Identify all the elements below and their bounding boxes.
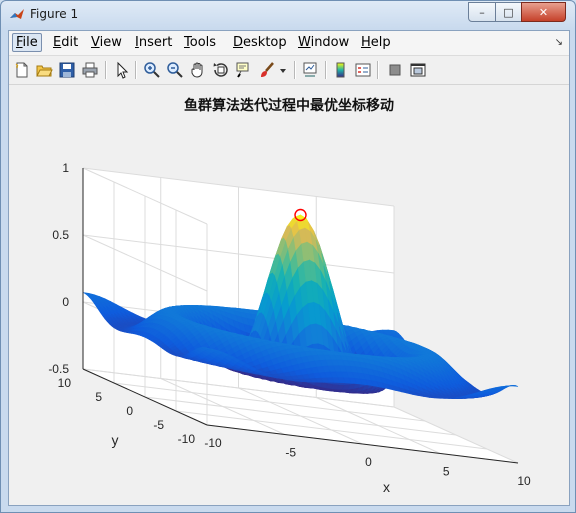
- brush-dropdown-icon[interactable]: [277, 60, 289, 80]
- zoom-out-icon[interactable]: [165, 60, 185, 80]
- window-title: Figure 1: [30, 7, 79, 21]
- surface-patch: [510, 385, 519, 387]
- x-tick-label: -5: [285, 446, 296, 460]
- figure-toolbar: [9, 56, 569, 85]
- toolbar-separator: [135, 61, 137, 79]
- plot-canvas[interactable]: 鱼群算法迭代过程中最优坐标移动 -10 -5 0 5 10 -10 -5 0 5 10 -0.5 0 0…: [9, 85, 569, 505]
- colorbar-icon[interactable]: [331, 60, 351, 80]
- show-plot-tools-icon[interactable]: [408, 60, 428, 80]
- print-icon[interactable]: [80, 60, 100, 80]
- y-tick-label: -5: [153, 418, 164, 432]
- link-plot-icon[interactable]: [300, 60, 320, 80]
- z-tick-label: 0.5: [52, 228, 69, 242]
- legend-icon[interactable]: [353, 60, 373, 80]
- menu-view[interactable]: View: [89, 35, 124, 50]
- z-tick-label: -0.5: [48, 362, 69, 376]
- new-figure-icon[interactable]: [12, 60, 32, 80]
- rotate-3d-icon[interactable]: [211, 60, 231, 80]
- hide-plot-tools-icon[interactable]: [385, 60, 405, 80]
- toolbar-separator: [105, 61, 107, 79]
- y-tick-label: -10: [178, 432, 196, 446]
- save-icon[interactable]: [57, 60, 77, 80]
- z-tick-label: 0: [62, 295, 69, 309]
- x-tick-label: 0: [365, 455, 372, 469]
- figure-client-area: File Edit View Insert Tools Desktop Wind…: [8, 30, 570, 506]
- close-button[interactable]: ✕: [521, 2, 566, 22]
- open-file-icon[interactable]: [34, 60, 54, 80]
- x-tick-label: 10: [517, 474, 531, 488]
- y-tick-label: 10: [58, 376, 72, 390]
- menu-window[interactable]: Window: [296, 35, 351, 50]
- maximize-button[interactable]: □: [495, 2, 522, 22]
- dock-figure-icon[interactable]: ↘: [555, 37, 563, 48]
- menu-insert[interactable]: Insert: [133, 35, 174, 50]
- z-tick-label: 1: [62, 161, 69, 175]
- menu-desktop[interactable]: Desktop: [231, 35, 289, 50]
- title-bar[interactable]: Figure 1 – □ ✕: [1, 1, 575, 30]
- menu-help[interactable]: Help: [359, 35, 393, 50]
- minimize-button[interactable]: –: [468, 2, 496, 22]
- surface-plot-axes[interactable]: -10-50510-10-50510-0.500.51xy: [9, 85, 569, 505]
- toolbar-separator: [377, 61, 379, 79]
- y-tick-label: 5: [95, 390, 102, 404]
- toolbar-separator: [294, 61, 296, 79]
- edit-plot-arrow-icon[interactable]: [112, 60, 132, 80]
- menu-bar: File Edit View Insert Tools Desktop Wind…: [9, 31, 569, 56]
- x-tick-label: -10: [204, 436, 222, 450]
- matlab-logo-icon: [9, 7, 25, 23]
- data-cursor-icon[interactable]: [234, 60, 254, 80]
- pan-hand-icon[interactable]: [188, 60, 208, 80]
- figure-window: Figure 1 – □ ✕ File Edit View Insert Too…: [0, 0, 576, 513]
- brush-icon[interactable]: [257, 60, 277, 80]
- toolbar-separator: [325, 61, 327, 79]
- menu-file[interactable]: File: [12, 33, 42, 52]
- y-tick-label: 0: [126, 404, 133, 418]
- zoom-in-icon[interactable]: [142, 60, 162, 80]
- y-axis-label: y: [112, 432, 119, 448]
- menu-edit[interactable]: Edit: [51, 35, 80, 50]
- x-tick-label: 5: [443, 465, 450, 479]
- menu-tools[interactable]: Tools: [182, 35, 218, 50]
- x-axis-label: x: [383, 479, 390, 495]
